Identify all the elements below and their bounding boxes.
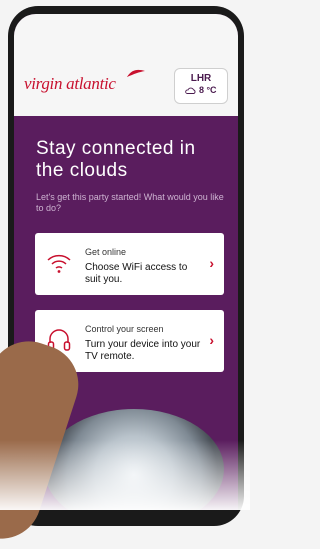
card-title-control-screen: Control your screen: [85, 324, 164, 334]
wifi-icon: [47, 254, 71, 273]
hero-title: Stay connected in the clouds: [36, 138, 196, 181]
card-desc-control-screen: Turn your device into your TV remote.: [85, 339, 201, 362]
app-header: virgin atlantic LHR 8 °C: [14, 14, 238, 116]
cloud-icon: [185, 87, 196, 95]
card-title-get-online: Get online: [85, 247, 127, 257]
card-desc-get-online: Choose WiFi access to suit you.: [85, 262, 188, 285]
virgin-atlantic-logo: virgin atlantic: [24, 74, 116, 93]
chevron-right-icon: ›: [209, 332, 214, 348]
get-online-card[interactable]: Get online Choose WiFi access to suit yo…: [35, 233, 224, 295]
bottom-fade: [0, 440, 250, 510]
temperature: 8 °C: [198, 85, 217, 95]
logo-flag-icon: [127, 69, 145, 77]
airport-code: LHR: [190, 73, 212, 84]
hero-subtitle: Let's get this party started! What would…: [36, 192, 224, 213]
chevron-right-icon: ›: [209, 255, 214, 271]
weather-widget[interactable]: LHR 8 °C: [174, 68, 228, 104]
